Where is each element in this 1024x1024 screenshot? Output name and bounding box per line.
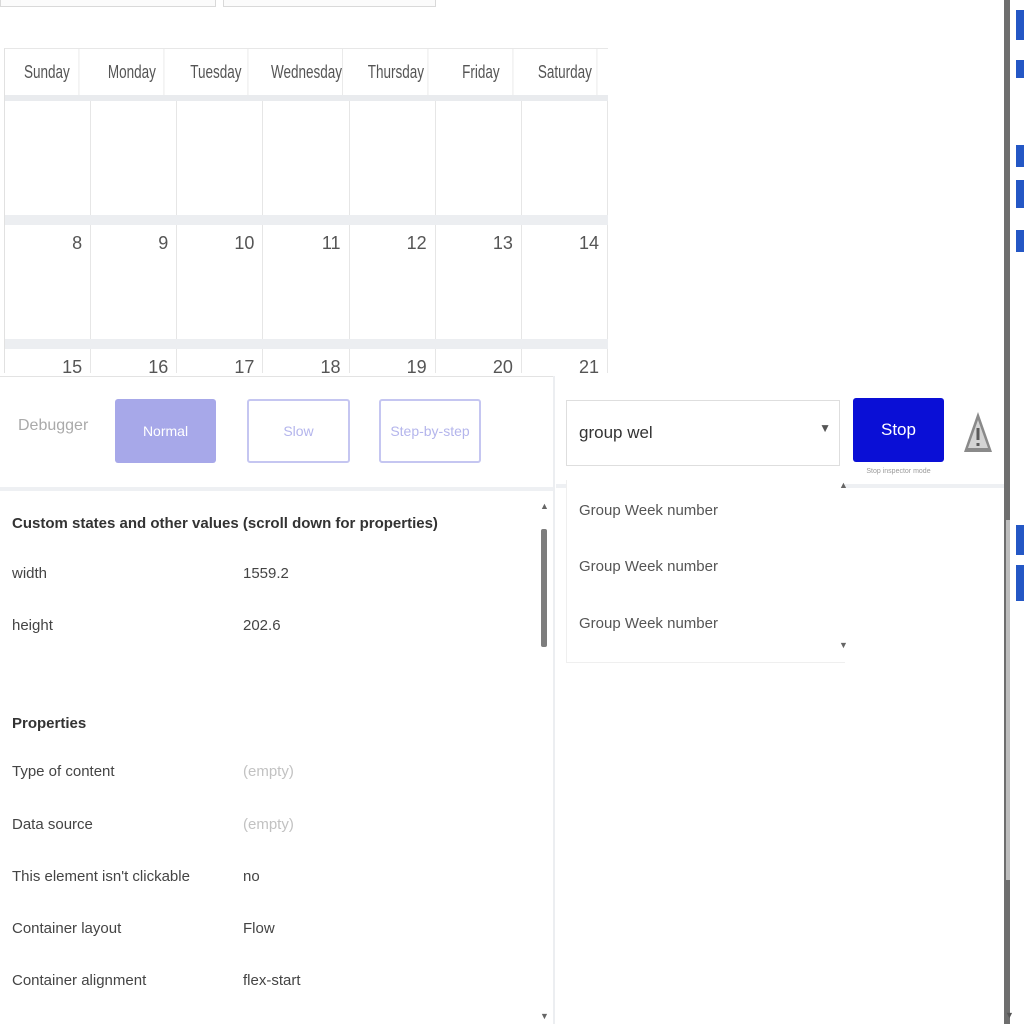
calendar-day-cell[interactable] [177,101,264,215]
debug-step-button[interactable]: Step-by-step [379,399,481,463]
page-scroll-down-icon[interactable]: ▼ [1005,1010,1014,1020]
background-highlight [1016,145,1024,167]
calendar-day-number: 16 [148,357,169,373]
calendar-day-cell[interactable]: 14 [522,225,608,339]
properties-title: Properties [12,715,87,732]
calendar-day-number: 18 [320,357,341,373]
calendar-day-number: 13 [492,233,513,253]
day-header-saturday: Saturday [534,49,598,95]
background-highlight [1016,10,1024,40]
calendar-day-cell[interactable]: 16 [91,349,178,373]
calendar-week-3: 15 16 17 18 19 20 21 [5,349,608,373]
stop-hint: Stop inspector mode [866,468,931,475]
calendar-day-number: 15 [62,357,83,373]
type-of-content-value: (empty) [243,763,294,780]
element-search-input[interactable] [577,419,801,447]
inspector-panel: Custom states and other values (scroll d… [0,491,553,1024]
stop-button[interactable]: Stop [853,398,944,462]
clickable-label: This element isn't clickable [12,868,190,885]
background-highlight [1016,180,1024,208]
element-search-panel: ▼ Stop Stop inspector mode Group Week nu… [556,376,1004,1024]
calendar-day-number: 11 [321,233,341,253]
height-label: height [12,617,53,634]
calendar-day-number: 17 [234,357,255,373]
day-header-monday: Monday [100,49,164,95]
calendar-day-cell[interactable]: 21 [522,349,608,373]
calendar-day-cell[interactable]: 12 [350,225,436,339]
background-highlight [1016,60,1024,78]
chevron-down-icon[interactable]: ▼ [819,421,831,435]
calendar-day-number: 21 [578,357,599,373]
top-input-right[interactable] [223,0,436,7]
inspector-scrollbar[interactable]: ▲ ▼ [538,491,550,1024]
calendar-day-cell[interactable]: 9 [91,225,178,339]
calendar-day-cell[interactable]: 8 [5,225,92,339]
search-result-item[interactable]: Group Week number [579,615,718,632]
calendar-day-number: 10 [234,233,255,253]
calendar-day-number: 9 [158,233,169,253]
top-input-left[interactable] [0,0,216,7]
calendar-day-cell[interactable]: 17 [177,349,264,373]
calendar-week-1 [5,101,608,225]
width-label: width [12,565,48,582]
list-scroll-down-icon[interactable]: ▼ [839,640,848,650]
debug-slow-button[interactable]: Slow [247,399,350,463]
page-scroll-thumb[interactable] [1006,520,1010,880]
container-layout-label: Container layout [12,920,122,937]
data-source-value: (empty) [243,816,294,833]
calendar-week-2: 8 9 10 11 12 13 14 [5,225,608,349]
calendar-day-cell[interactable] [5,101,92,215]
page-preview: Sunday Monday Tuesday Wednesday Thursday… [0,0,1004,373]
container-alignment-value: flex-start [243,972,301,989]
panel-divider[interactable] [553,376,555,1024]
scroll-up-arrow-icon[interactable]: ▲ [540,501,549,511]
calendar-day-cell[interactable] [350,101,436,215]
calendar: Sunday Monday Tuesday Wednesday Thursday… [4,48,608,373]
warning-triangle-icon[interactable] [962,408,994,456]
calendar-day-number: 8 [72,233,83,253]
custom-states-title: Custom states and other values (scroll d… [12,515,438,532]
calendar-day-cell[interactable]: 13 [436,225,522,339]
width-value: 1559.2 [243,565,289,582]
day-header-wednesday: Wednesday [271,49,343,95]
calendar-day-cell[interactable] [436,101,522,215]
debugger-toolbar: Debugger Normal Slow Step-by-step [0,376,553,485]
scroll-down-arrow-icon[interactable]: ▼ [540,1011,549,1021]
background-highlight [1016,525,1024,555]
container-alignment-label: Container alignment [12,972,147,989]
debugger-label: Debugger [18,417,89,434]
calendar-day-cell[interactable]: 11 [263,225,350,339]
calendar-day-number: 12 [406,233,427,253]
search-results-list: Group Week number Group Week number Grou… [566,480,848,663]
calendar-day-cell[interactable]: 10 [177,225,264,339]
calendar-header: Sunday Monday Tuesday Wednesday Thursday… [5,49,608,101]
data-source-label: Data source [12,816,93,833]
calendar-day-number: 14 [578,233,599,253]
calendar-day-cell[interactable] [263,101,350,215]
calendar-day-cell[interactable] [522,101,608,215]
calendar-day-cell[interactable]: 15 [5,349,92,373]
search-result-item[interactable]: Group Week number [579,502,718,519]
clickable-value: no [243,868,260,885]
type-of-content-label: Type of content [12,763,115,780]
calendar-day-number: 20 [492,357,513,373]
calendar-day-number: 19 [406,357,427,373]
calendar-day-cell[interactable] [91,101,178,215]
day-header-friday: Friday [449,49,513,95]
element-search-dropdown[interactable]: ▼ [566,400,840,466]
height-value: 202.6 [243,617,281,634]
day-header-thursday: Thursday [365,49,429,95]
calendar-day-cell[interactable]: 19 [350,349,436,373]
background-highlight [1016,230,1024,252]
debug-normal-button[interactable]: Normal [115,399,216,463]
scroll-thumb[interactable] [541,529,547,647]
calendar-day-cell[interactable]: 18 [263,349,350,373]
day-header-tuesday: Tuesday [185,49,249,95]
calendar-day-cell[interactable]: 20 [436,349,522,373]
search-result-item[interactable]: Group Week number [579,558,718,575]
background-highlight [1016,565,1024,601]
day-header-sunday: Sunday [16,49,79,95]
container-layout-value: Flow [243,920,275,937]
list-scroll-up-icon[interactable]: ▲ [839,480,848,490]
